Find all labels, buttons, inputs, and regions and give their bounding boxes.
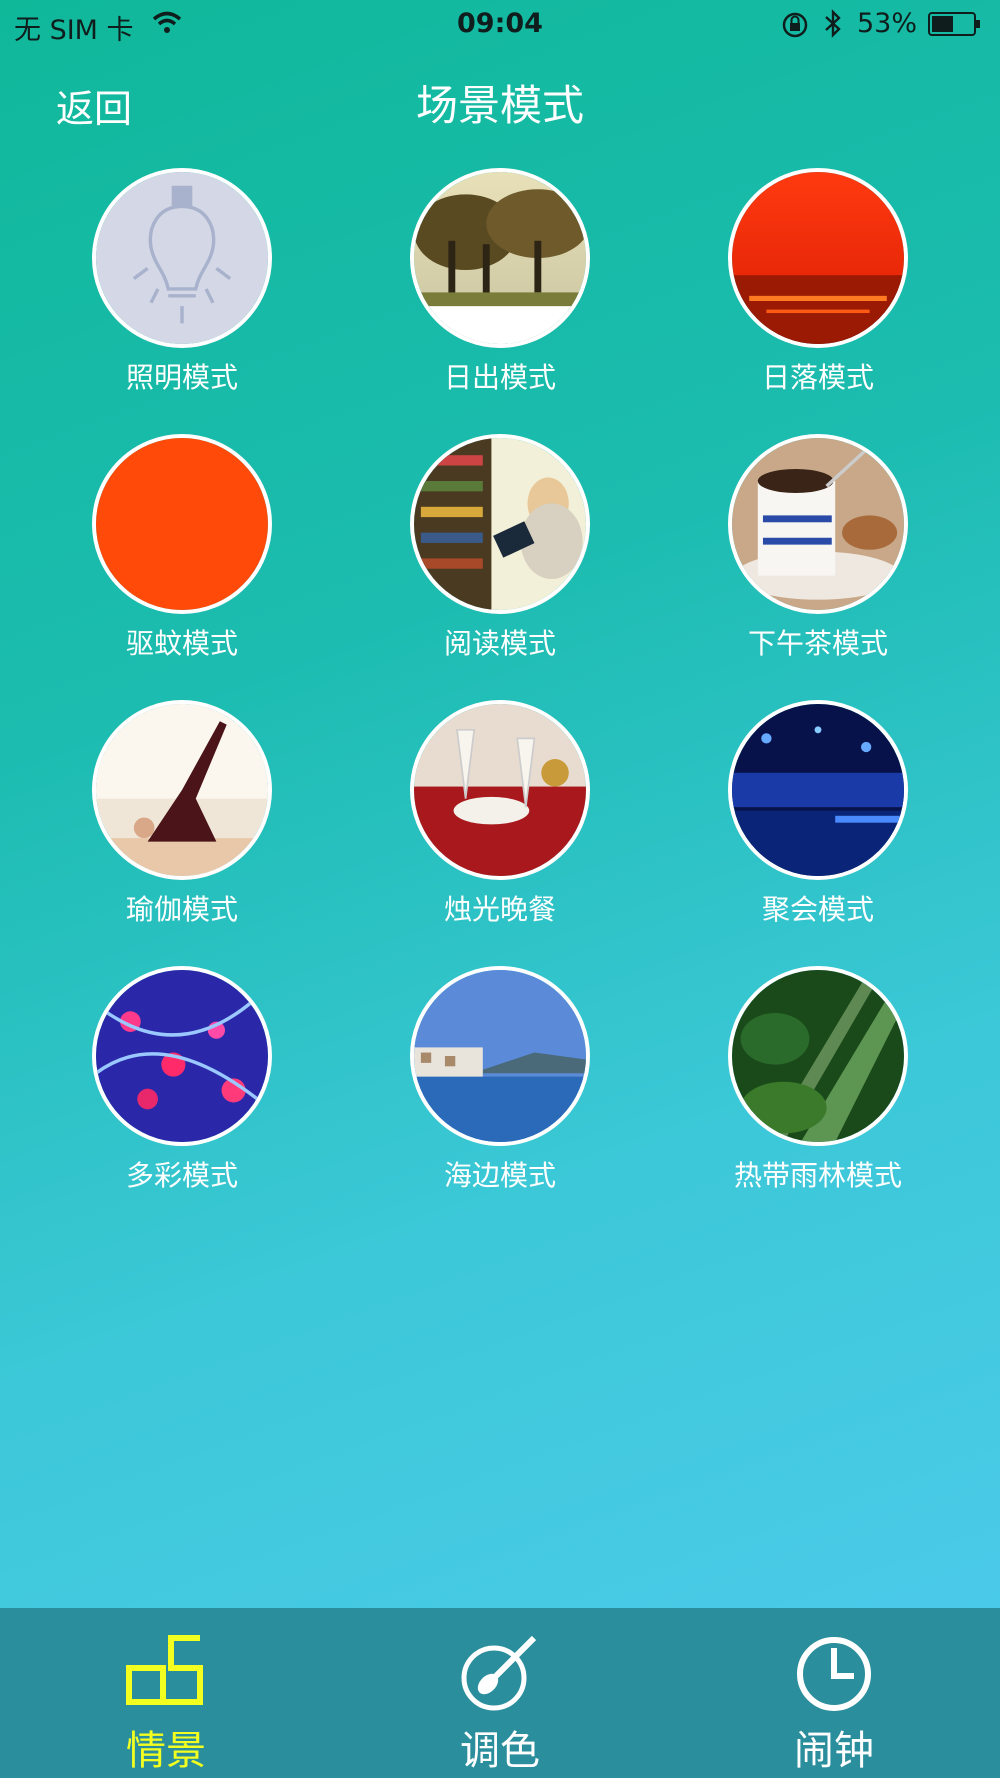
mode-label: 驱蚊模式 [125,627,238,660]
mode-mosquito[interactable]: 驱蚊模式 [52,434,312,674]
mode-label: 下午茶模式 [747,627,888,660]
party-club-image [728,700,908,880]
sunset-sea-image [728,168,908,348]
mode-label: 多彩模式 [125,1159,238,1192]
mode-label: 日落模式 [761,361,874,394]
yoga-pose-image [92,700,272,880]
mode-party[interactable]: 聚会模式 [688,700,948,940]
mode-label: 聚会模式 [761,893,874,926]
clock-icon [797,1637,871,1711]
tab-color[interactable]: 调色 [380,1608,620,1778]
mode-reading[interactable]: 阅读模式 [370,434,630,674]
tab-alarm[interactable]: 闹钟 [714,1608,954,1778]
mode-seaside[interactable]: 海边模式 [370,966,630,1206]
mode-sunset[interactable]: 日落模式 [688,168,948,408]
seaside-town-image [410,966,590,1146]
mode-label: 海边模式 [443,1159,556,1192]
sunrise-forest-image [410,168,590,348]
tab-label: 情景 [126,1728,206,1774]
mode-candle-dinner[interactable]: 烛光晚餐 [370,700,630,940]
colorful-lights-image [92,966,272,1146]
mode-rainforest[interactable]: 热带雨林模式 [688,966,948,1206]
rainforest-image [728,966,908,1146]
mode-colorful[interactable]: 多彩模式 [52,966,312,1206]
mode-yoga[interactable]: 瑜伽模式 [52,700,312,940]
tea-cup-image [728,434,908,614]
mode-afternoon-tea[interactable]: 下午茶模式 [688,434,948,674]
mode-label: 日出模式 [443,361,556,394]
lightbulb-icon [92,168,272,348]
bottom-tab-bar: 情景 调色 闹钟 [0,1608,1000,1778]
mode-label: 热带雨林模式 [733,1159,902,1192]
scene-icon [126,1635,203,1705]
mode-label: 阅读模式 [443,627,556,660]
tab-label: 闹钟 [794,1728,874,1774]
tab-scene[interactable]: 情景 [46,1608,286,1778]
palette-brush-icon [461,1635,537,1711]
mode-label: 瑜伽模式 [125,893,238,926]
scene-mode-grid: 照明模式 日出模式 日落模式 驱蚊模式 阅读模式 下午茶模式 瑜伽模式 烛光晚餐… [0,0,1000,1200]
mode-sunrise[interactable]: 日出模式 [370,168,630,408]
reading-library-image [410,434,590,614]
mode-lighting[interactable]: 照明模式 [52,168,312,408]
tab-label: 调色 [460,1728,540,1774]
mode-label: 烛光晚餐 [443,893,556,926]
orange-circle-image [92,434,272,614]
mode-label: 照明模式 [125,361,238,394]
candle-dinner-image [410,700,590,880]
